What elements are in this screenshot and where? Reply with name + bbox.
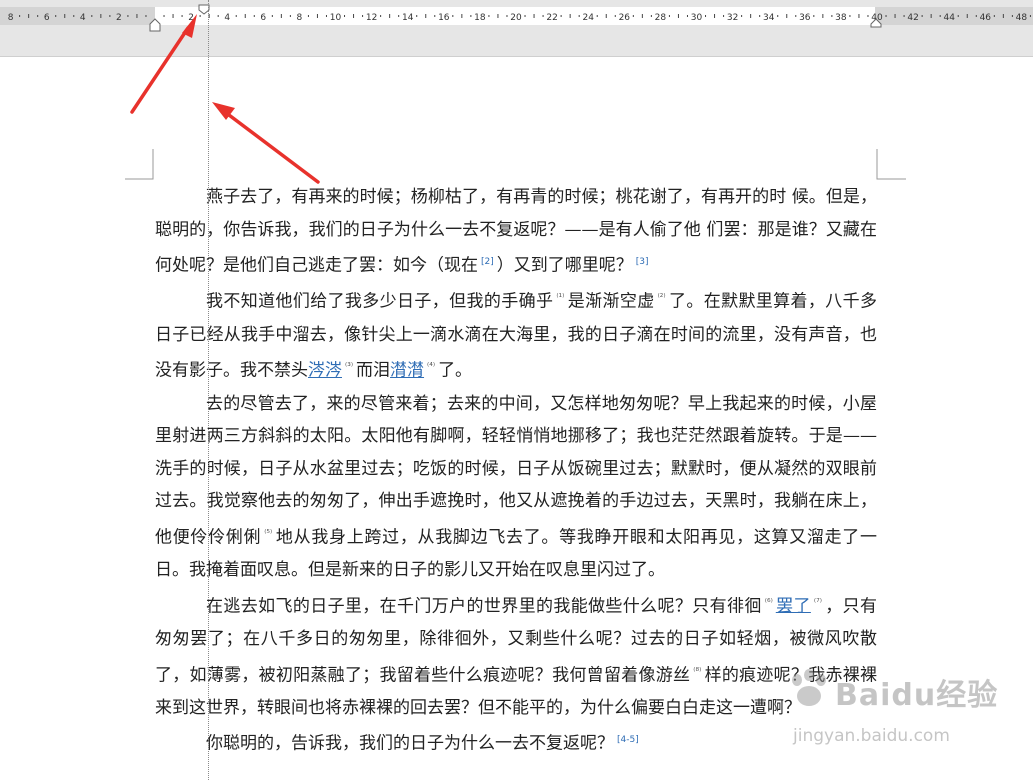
watermark-url: jingyan.baidu.com [793,726,950,746]
annotation-arrows [130,14,320,184]
arrow-icon [212,102,320,184]
baidu-watermark: Baidu经验 jingyan.baidu.com [785,664,1005,764]
watermark-brand: Baidu经验 [835,678,999,713]
paw-icon [792,669,826,706]
arrow-icon [130,14,197,114]
